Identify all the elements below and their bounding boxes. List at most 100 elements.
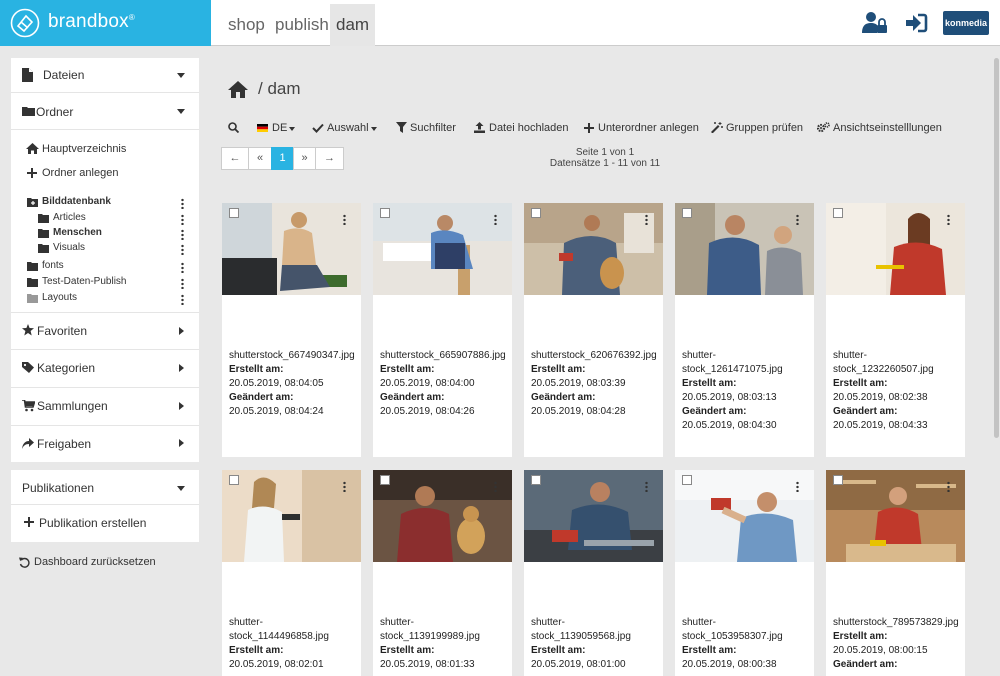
asset-thumbnail[interactable] xyxy=(675,203,814,295)
asset-select-checkbox[interactable] xyxy=(833,208,843,218)
sidebar-files-header[interactable]: Dateien xyxy=(11,58,199,92)
more-options-icon[interactable] xyxy=(947,214,950,225)
logout-icon[interactable] xyxy=(904,11,930,35)
asset-card[interactable]: shutter- stock_1139059568.jpg Erstellt a… xyxy=(524,470,663,676)
tree-item-label: Articles xyxy=(53,212,86,223)
more-options-icon[interactable] xyxy=(494,214,497,225)
asset-select-checkbox[interactable] xyxy=(531,208,541,218)
more-options-icon[interactable] xyxy=(181,262,184,273)
selection-label: Auswahl xyxy=(327,122,369,134)
tree-item-menschen[interactable]: Menschen xyxy=(11,227,199,241)
view-settings-label: Ansichtseinstelllungen xyxy=(833,122,942,134)
page-scrollbar-thumb[interactable] xyxy=(994,58,999,438)
sidebar-item-favorites[interactable]: Favoriten xyxy=(11,313,199,349)
nav-tab-dam[interactable]: dam xyxy=(330,4,376,46)
asset-card[interactable]: shutterstock_789573829.jpg Erstellt am: … xyxy=(826,470,965,676)
create-subfolder-button[interactable]: Unterordner anlegen xyxy=(584,121,699,135)
asset-select-checkbox[interactable] xyxy=(229,475,239,485)
asset-select-checkbox[interactable] xyxy=(682,208,692,218)
asset-card[interactable]: shutter- stock_1053958307.jpg Erstellt a… xyxy=(675,470,814,676)
asset-card[interactable]: shutter- stock_1232260507.jpg Erstellt a… xyxy=(826,203,965,457)
more-options-icon[interactable] xyxy=(645,214,648,225)
created-date: 20.05.2019, 08:00:38 xyxy=(682,659,777,670)
tree-item-layouts[interactable]: Layouts xyxy=(11,292,199,306)
sidebar-main-directory-label: Hauptverzeichnis xyxy=(42,143,127,155)
upload-file-button[interactable]: Datei hochladen xyxy=(474,121,569,135)
sidebar-folders-header[interactable]: Ordner xyxy=(11,93,199,129)
first-page-button[interactable]: ← xyxy=(221,147,249,170)
more-options-icon[interactable] xyxy=(181,229,184,240)
more-options-icon[interactable] xyxy=(343,481,346,492)
more-options-icon[interactable] xyxy=(181,198,184,209)
selection-dropdown[interactable]: Auswahl xyxy=(312,121,378,135)
home-icon[interactable] xyxy=(228,81,248,98)
asset-select-checkbox[interactable] xyxy=(229,208,239,218)
asset-thumbnail[interactable] xyxy=(373,470,512,562)
last-page-button[interactable]: → xyxy=(315,147,344,170)
tree-item-visuals[interactable]: Visuals xyxy=(11,242,199,256)
asset-thumbnail[interactable] xyxy=(826,203,965,295)
more-options-icon[interactable] xyxy=(796,214,799,225)
sidebar-item-shares[interactable]: Freigaben xyxy=(11,426,199,462)
records-info: Datensätze 1 - 11 von 11 xyxy=(549,158,661,169)
more-options-icon[interactable] xyxy=(343,214,346,225)
previous-page-button[interactable]: « xyxy=(248,147,272,170)
asset-thumbnail[interactable] xyxy=(524,203,663,295)
modified-date: 20.05.2019, 08:04:26 xyxy=(380,406,475,417)
more-options-icon[interactable] xyxy=(181,278,184,289)
sidebar-publications-header[interactable]: Publikationen xyxy=(11,470,199,504)
reset-dashboard-link[interactable]: Dashboard zurücksetzen xyxy=(18,555,188,571)
asset-card[interactable]: shutter- stock_1139199989.jpg Erstellt a… xyxy=(373,470,512,676)
asset-thumbnail[interactable] xyxy=(524,470,663,562)
more-options-icon[interactable] xyxy=(181,214,184,225)
check-groups-label: Gruppen prüfen xyxy=(726,122,804,134)
more-options-icon[interactable] xyxy=(494,481,497,492)
asset-select-checkbox[interactable] xyxy=(380,475,390,485)
more-options-icon[interactable] xyxy=(181,294,184,305)
asset-thumbnail[interactable] xyxy=(222,470,361,562)
konmedia-badge[interactable]: konmedia xyxy=(943,11,989,35)
asset-select-checkbox[interactable] xyxy=(531,475,541,485)
check-groups-button[interactable]: Gruppen prüfen xyxy=(711,121,804,135)
asset-select-checkbox[interactable] xyxy=(833,475,843,485)
sidebar-item-collections[interactable]: Sammlungen xyxy=(11,388,199,425)
more-options-icon[interactable] xyxy=(645,481,648,492)
nav-tab-publish[interactable]: publish xyxy=(269,4,335,46)
tree-item-fonts[interactable]: fonts xyxy=(11,260,199,274)
tree-item-test-daten-publish[interactable]: Test-Daten-Publish xyxy=(11,276,199,290)
asset-card[interactable]: shutterstock_667490347.jpg Erstellt am: … xyxy=(222,203,361,457)
next-page-button[interactable]: » xyxy=(293,147,316,170)
asset-thumbnail[interactable] xyxy=(222,203,361,295)
language-dropdown[interactable]: DE xyxy=(257,121,297,135)
created-date: 20.05.2019, 08:03:39 xyxy=(531,378,626,389)
current-page-button[interactable]: 1 xyxy=(271,147,294,170)
chevron-down-icon xyxy=(177,109,185,114)
user-lock-icon[interactable] xyxy=(862,11,888,35)
modified-date: 20.05.2019, 08:04:24 xyxy=(229,406,324,417)
asset-card[interactable]: shutter- stock_1144496858.jpg Erstellt a… xyxy=(222,470,361,676)
asset-thumbnail[interactable] xyxy=(826,470,965,562)
asset-thumbnail[interactable] xyxy=(373,203,512,295)
tree-item-articles[interactable]: Articles xyxy=(11,212,199,226)
asset-filename: shutter- stock_1232260507.jpg xyxy=(833,350,934,375)
asset-card[interactable]: shutterstock_665907886.jpg Erstellt am: … xyxy=(373,203,512,457)
search-button[interactable] xyxy=(228,121,240,135)
tree-item-bilddatenbank[interactable]: Bilddatenbank xyxy=(11,196,199,210)
sidebar-item-create-publication[interactable]: Publikation erstellen xyxy=(11,514,199,532)
nav-tab-shop[interactable]: shop xyxy=(222,4,271,46)
asset-select-checkbox[interactable] xyxy=(380,208,390,218)
view-settings-button[interactable]: Ansichtseinstelllungen xyxy=(817,121,942,135)
search-filter-button[interactable]: Suchfilter xyxy=(396,121,458,135)
sidebar-item-create-folder[interactable]: Ordner anlegen xyxy=(11,166,199,182)
brand-logo-area[interactable]: brandbox® xyxy=(0,0,211,46)
sidebar-item-main-directory[interactable]: Hauptverzeichnis xyxy=(11,142,199,158)
more-options-icon[interactable] xyxy=(181,244,184,255)
more-options-icon[interactable] xyxy=(947,481,950,492)
asset-card[interactable]: shutterstock_620676392.jpg Erstellt am: … xyxy=(524,203,663,457)
tree-item-label: Test-Daten-Publish xyxy=(42,276,127,287)
more-options-icon[interactable] xyxy=(796,481,799,492)
asset-card[interactable]: shutter- stock_1261471075.jpg Erstellt a… xyxy=(675,203,814,457)
sidebar-item-categories[interactable]: Kategorien xyxy=(11,350,199,387)
asset-thumbnail[interactable] xyxy=(675,470,814,562)
asset-select-checkbox[interactable] xyxy=(682,475,692,485)
